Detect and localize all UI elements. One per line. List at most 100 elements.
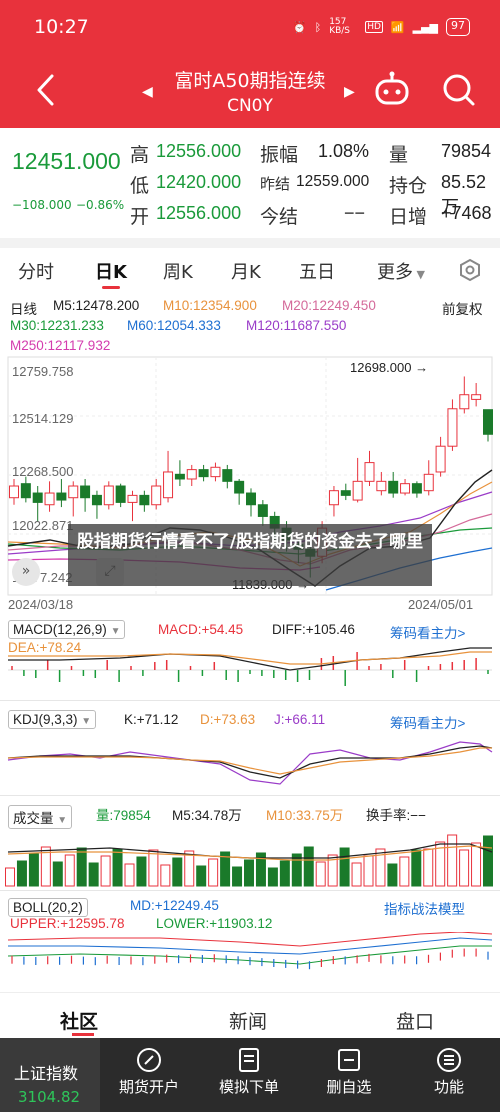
volume-bar [5, 867, 15, 887]
active-tab-indicator [72, 1033, 94, 1036]
boll-md: MD:+12249.45 [130, 898, 219, 913]
volume-label: 量 [389, 144, 409, 166]
volume-bar [184, 850, 195, 887]
mock-order-button[interactable]: 模拟下单 [204, 1046, 294, 1097]
volume-bar [16, 860, 27, 887]
article-overlay[interactable]: 股指期货行情看不了/股指期货的资金去了哪里 [68, 524, 432, 586]
candle-body [9, 485, 19, 499]
candle-body [139, 494, 150, 506]
prev-settle-label: 昨结 [260, 175, 291, 193]
high-value: 12556.000 [156, 141, 242, 161]
macd-selector-label: MACD(12,26,9) [13, 622, 107, 637]
volume-bar [267, 867, 278, 887]
volume-bar [363, 855, 374, 887]
kline-label: 日线 [10, 302, 37, 317]
collapse-icon[interactable]: » [12, 558, 40, 586]
candle-body [471, 394, 482, 400]
candle-body [80, 485, 91, 499]
tab-daily-k[interactable]: 日K [95, 258, 127, 284]
volume-bar [52, 861, 63, 887]
macd-selector[interactable]: MACD(12,26,9) ▼ [8, 620, 126, 639]
functions-button[interactable]: 功能 [404, 1046, 494, 1097]
minus-box-icon [338, 1049, 360, 1071]
bottom-tabs: 社区 新闻 盘口 [0, 992, 500, 1038]
volume-bar [136, 856, 147, 887]
alarm-icon: ⏰ [292, 20, 307, 34]
search-icon[interactable] [440, 70, 478, 110]
tab-timeshare[interactable]: 分时 [18, 258, 54, 284]
settle-label: 今结 [260, 206, 299, 228]
boll-link[interactable]: 指标战法模型 [384, 898, 465, 918]
volume-bar [76, 847, 87, 887]
tab-news[interactable]: 新闻 [229, 1007, 267, 1034]
document-icon [239, 1048, 259, 1072]
turnover-value: 换手率:−− [366, 808, 427, 823]
functions-label: 功能 [433, 1078, 464, 1096]
candle-body [222, 469, 233, 482]
candle-body [352, 480, 363, 501]
kdj-selector[interactable]: KDJ(9,3,3) ▼ [8, 710, 97, 729]
bluetooth-icon: ᛒ [314, 20, 322, 34]
volume-bar [447, 834, 458, 887]
tab-more[interactable]: 更多 ▼ [377, 258, 425, 284]
oi-change-value: +7468 [441, 203, 492, 223]
index-ticker[interactable]: 上证指数 3104.82 [0, 1038, 100, 1112]
contract-code: CN0Y [227, 96, 273, 116]
candle-body [32, 492, 43, 503]
max-price-value: 12698.000 [350, 360, 412, 375]
volume-bar [100, 855, 111, 887]
macd-plot [8, 647, 492, 686]
contract-name: 富时A50期指连续 [174, 70, 326, 92]
candle-body [435, 445, 446, 473]
boll-selector-label: BOLL(20,2) [13, 900, 83, 915]
candle-body [257, 504, 268, 517]
last-price: 12451.000 [12, 148, 121, 174]
tab-order-book[interactable]: 盘口 [396, 1007, 434, 1034]
menu-icon [437, 1048, 461, 1072]
volume-bar [315, 861, 326, 887]
remove-watchlist-button[interactable]: 删自选 [304, 1046, 394, 1097]
low-value: 12420.000 [156, 172, 242, 192]
candle-body [56, 492, 67, 501]
ma120-value: M120:11687.550 [246, 318, 347, 333]
tab-five-day[interactable]: 五日 [299, 258, 335, 284]
tab-community[interactable]: 社区 [60, 1007, 98, 1034]
candle-body [447, 408, 458, 447]
kdj-d: D:+73.63 [200, 712, 256, 727]
volume-bar [124, 863, 135, 887]
y-tick-2: 12514.129 [12, 411, 74, 426]
volume-bar [279, 860, 290, 887]
volume-bar [459, 849, 470, 887]
candle-body [328, 490, 339, 506]
status-bar: 10:27 ⏰ ᛒ 157 KB/S HD 📶 ▂▄▆ 97 [0, 0, 500, 52]
panel-divider [0, 795, 500, 796]
robot-icon[interactable] [372, 70, 412, 110]
candle-body [210, 466, 221, 478]
battery-icon: 97 [446, 18, 470, 36]
tab-weekly-k[interactable]: 周K [163, 258, 193, 284]
tab-monthly-k[interactable]: 月K [231, 258, 261, 284]
boll-selector[interactable]: BOLL(20,2) [8, 898, 88, 917]
volume-bar [423, 848, 434, 887]
caret-down-icon: ▼ [110, 626, 121, 637]
y-tick-3: 12268.500 [12, 464, 74, 479]
bottom-toolbar: 上证指数 3104.82 期货开户 模拟下单 删自选 功能 [0, 1038, 500, 1112]
boll-plot [7, 932, 493, 970]
app-header: 10:27 ⏰ ᛒ 157 KB/S HD 📶 ▂▄▆ 97 ◀ ▶ 富时A50… [0, 0, 500, 128]
quote-panel: 12451.000 −108.000 −0.86% 高 12556.000 低 … [0, 128, 500, 238]
kline-chart[interactable]: 日线 M5:12478.200 M10:12354.900 M20:12249.… [0, 292, 500, 992]
volume-bar [172, 857, 183, 887]
kdj-link[interactable]: 筹码看主力> [390, 712, 465, 732]
futures-account-button[interactable]: 期货开户 [104, 1046, 194, 1097]
settings-icon[interactable] [458, 258, 482, 282]
settle-value: −− [344, 203, 366, 223]
adjust-mode[interactable]: 前复权 [442, 298, 483, 318]
futures-account-label: 期货开户 [118, 1078, 179, 1096]
ma250-value: M250:12117.932 [10, 338, 111, 353]
date-end: 2024/05/01 [408, 597, 474, 612]
panel-divider [0, 700, 500, 701]
active-tab-indicator [102, 286, 120, 289]
kdj-selector-label: KDJ(9,3,3) [13, 712, 78, 727]
candle-body [234, 480, 245, 494]
candle-body [20, 483, 31, 499]
